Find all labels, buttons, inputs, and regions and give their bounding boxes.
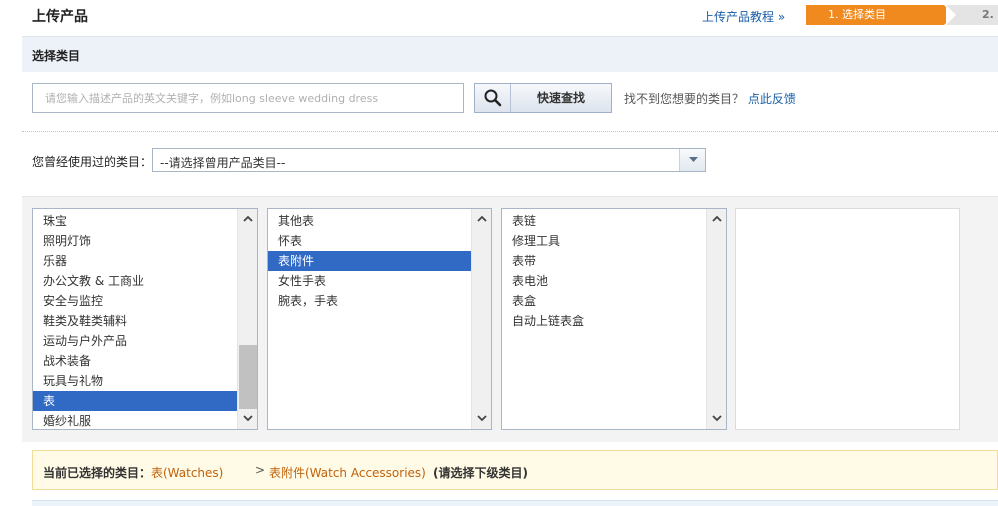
category-item[interactable]: 腕表，手表 (268, 291, 471, 311)
selected-category-level1: 表(Watches) (151, 466, 224, 480)
scroll-down-icon[interactable] (707, 409, 726, 429)
scroll-up-icon[interactable] (238, 209, 257, 229)
step-1: 1. 选择类目 (806, 5, 944, 25)
category-item[interactable]: 鞋类及鞋类辅料 (33, 311, 237, 331)
category-item[interactable]: 怀表 (268, 231, 471, 251)
scroll-thumb[interactable] (239, 345, 257, 409)
category-item[interactable]: 自动上链表盒 (502, 311, 706, 331)
search-icon (475, 84, 511, 112)
quick-search-button[interactable]: 快速查找 (474, 83, 612, 113)
tutorial-link[interactable]: 上传产品教程 » (702, 8, 785, 25)
category-item[interactable]: 修理工具 (502, 231, 706, 251)
category-item[interactable]: 表电池 (502, 271, 706, 291)
category-item[interactable]: 安全与监控 (33, 291, 237, 311)
used-categories-label: 您曾经使用过的类目： (32, 155, 153, 169)
step-notch (946, 5, 956, 25)
category-list-level3[interactable]: 表链 修理工具 表带 表电池 表盒 自动上链表盒 (501, 208, 727, 430)
scroll-down-icon[interactable] (472, 409, 491, 429)
category-item[interactable]: 运动与户外产品 (33, 331, 237, 351)
category-item[interactable]: 表带 (502, 251, 706, 271)
scroll-up-icon[interactable] (472, 209, 491, 229)
scrollbar[interactable] (237, 209, 257, 429)
selected-category-level2: 表附件(Watch Accessories) (269, 466, 426, 480)
category-list-items: 其他表 怀表 表附件 女性手表 腕表，手表 (268, 211, 471, 311)
current-selection-label: 当前已选择的类目： (43, 466, 152, 480)
category-list-level1[interactable]: 珠宝 照明灯饰 乐器 办公文教 & 工商业 安全与监控 鞋类及鞋类辅料 运动与户外产品 战术装… (32, 208, 258, 430)
divider (22, 131, 998, 132)
category-list-items: 表链 修理工具 表带 表电池 表盒 自动上链表盒 (502, 211, 706, 331)
feedback-link[interactable]: 点此反馈 (748, 92, 796, 106)
category-item[interactable]: 其他表 (268, 211, 471, 231)
not-found-text: 找不到您想要的类目？ (624, 92, 745, 106)
section-header: 选择类目 (22, 36, 998, 72)
category-list-level2[interactable]: 其他表 怀表 表附件 女性手表 腕表，手表 (267, 208, 492, 430)
category-item[interactable]: 玩具与礼物 (33, 371, 237, 391)
category-item[interactable]: 表盒 (502, 291, 706, 311)
category-item[interactable]: 战术装备 (33, 351, 237, 371)
dropdown-arrow-icon[interactable] (679, 149, 705, 171)
category-item[interactable]: 婚纱礼服 (33, 411, 237, 429)
search-input[interactable] (32, 83, 464, 113)
scrollbar[interactable] (706, 209, 726, 429)
category-item[interactable]: 珠宝 (33, 211, 237, 231)
selection-hint: (请选择下级类目) (433, 466, 528, 480)
current-selection-bar: 当前已选择的类目： 表(Watches) > 表附件(Watch Accesso… (32, 450, 998, 490)
category-item[interactable]: 表附件 (268, 251, 471, 271)
category-item[interactable]: 乐器 (33, 251, 237, 271)
used-categories-value: --请选择曾用产品类目-- (160, 156, 286, 170)
category-item[interactable]: 办公文教 & 工商业 (33, 271, 237, 291)
not-found-prompt: 找不到您想要的类目？ 点此反馈 (624, 90, 796, 107)
category-list-items: 珠宝 照明灯饰 乐器 办公文教 & 工商业 安全与监控 鞋类及鞋类辅料 运动与户外产品 战术装… (33, 211, 237, 429)
used-categories-select[interactable]: --请选择曾用产品类目-- (152, 148, 706, 172)
category-item[interactable]: 表链 (502, 211, 706, 231)
scroll-up-icon[interactable] (707, 209, 726, 229)
section-title: 选择类目 (32, 49, 81, 63)
scroll-down-icon[interactable] (238, 409, 257, 429)
breadcrumb-separator: > (255, 463, 266, 477)
page-title: 上传产品 (32, 9, 88, 25)
bottom-panel-edge (32, 500, 998, 506)
category-list-level4 (735, 208, 960, 430)
category-item[interactable]: 女性手表 (268, 271, 471, 291)
category-item[interactable]: 表 (33, 391, 237, 411)
step-progress: 1. 选择类目 2. (806, 5, 998, 25)
quick-search-label: 快速查找 (536, 91, 585, 105)
scrollbar[interactable] (471, 209, 491, 429)
category-item[interactable]: 照明灯饰 (33, 231, 237, 251)
